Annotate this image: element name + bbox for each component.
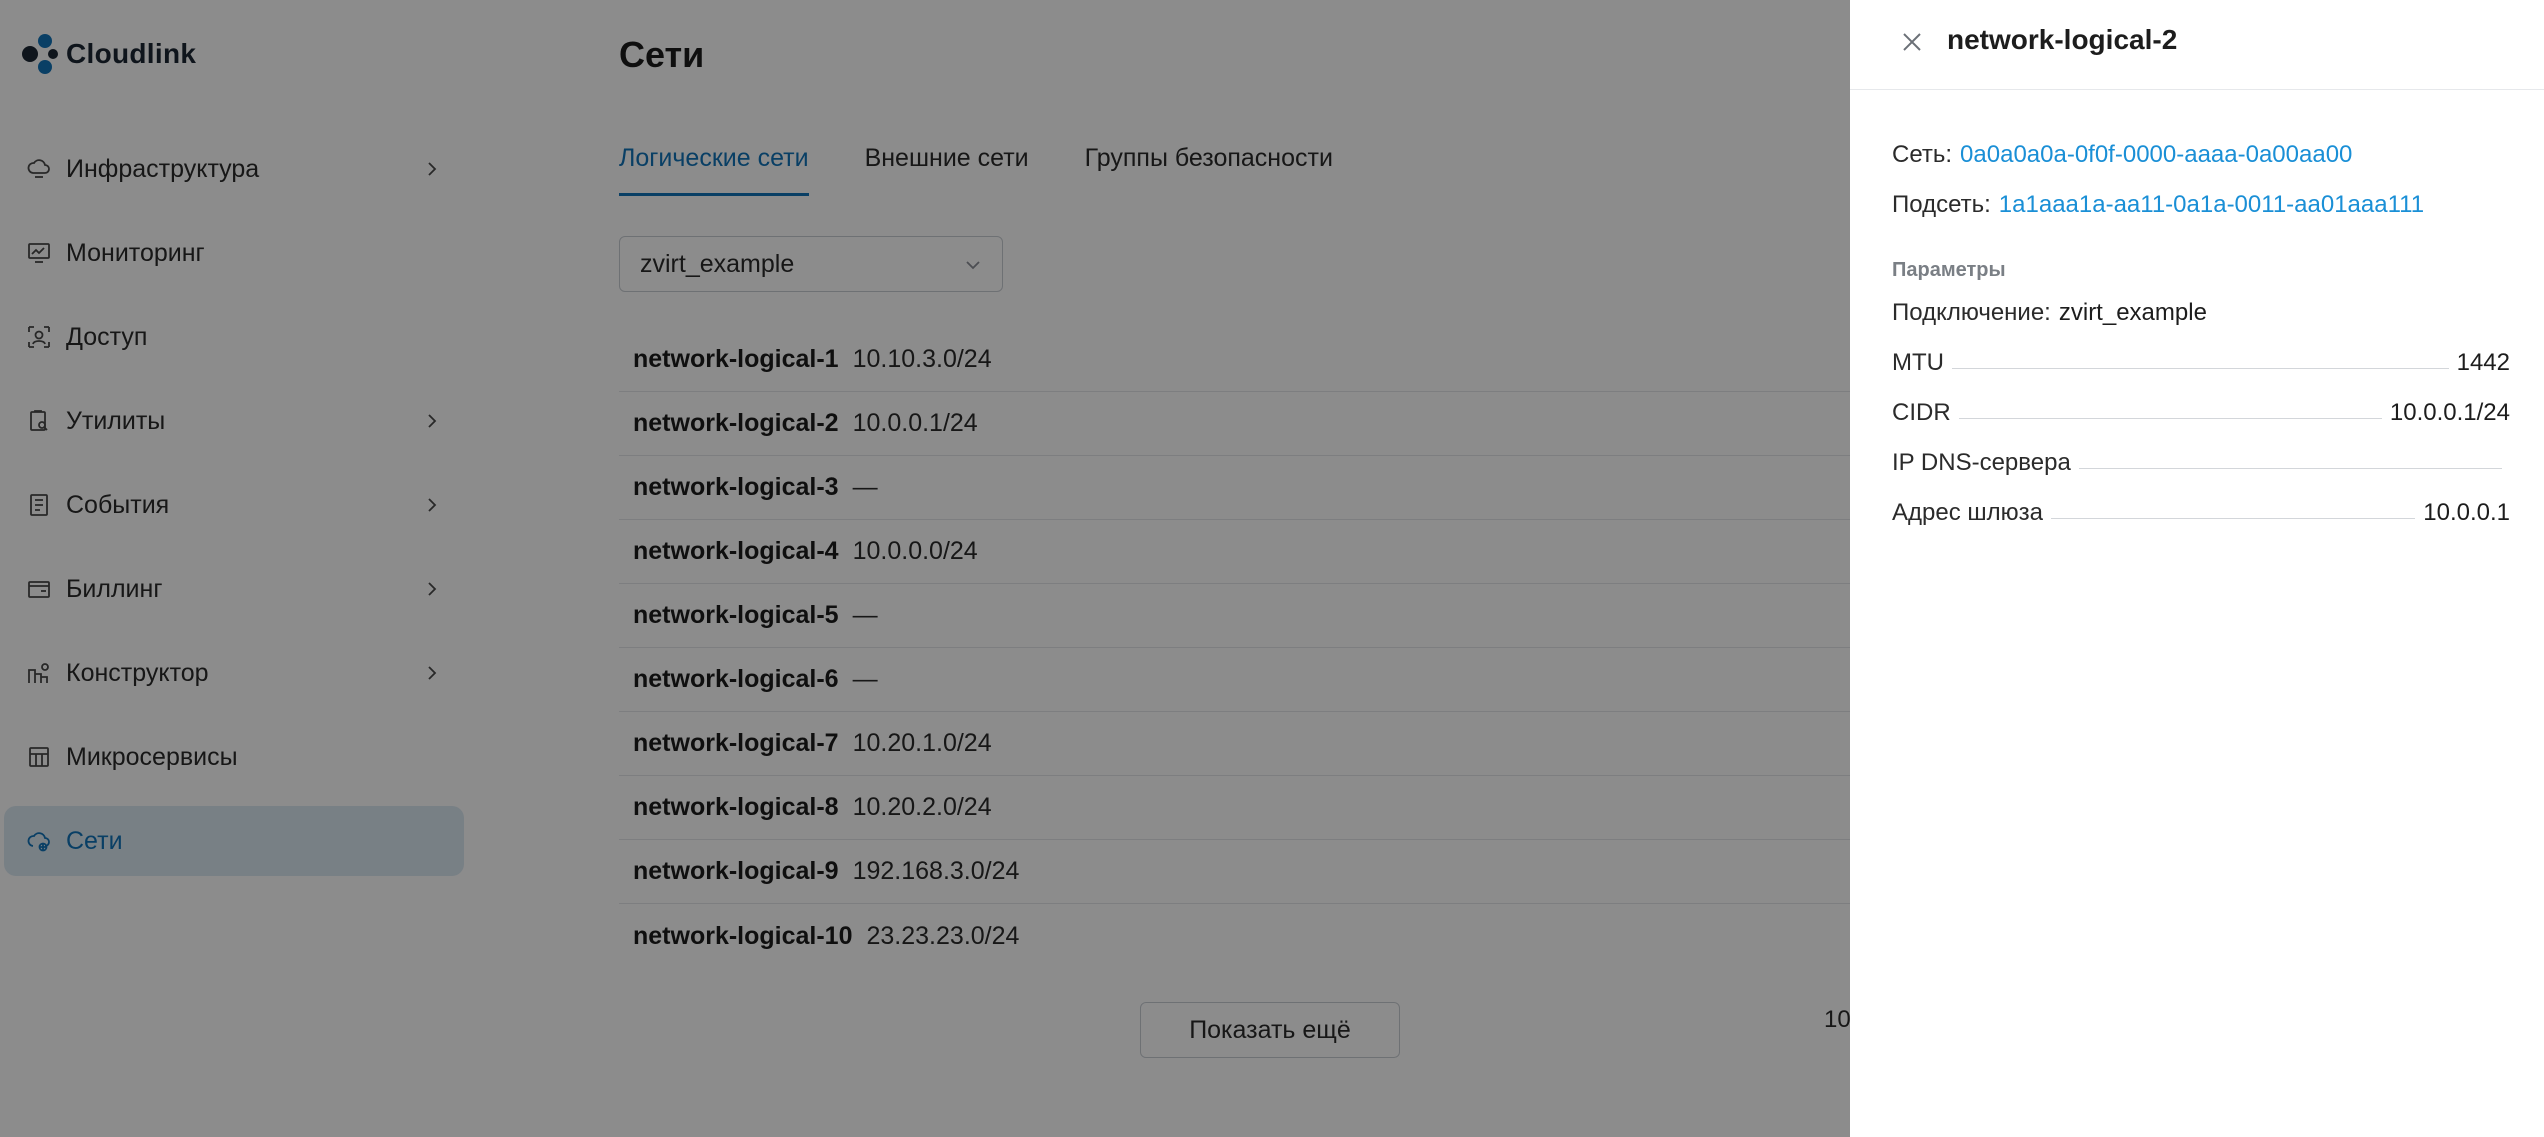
network-id-line: Сеть: 0a0a0a0a-0f0f-0000-aaaa-0a00aa00 (1892, 130, 2510, 180)
param-row-mtu: MTU 1442 (1892, 338, 2510, 388)
param-label: CIDR (1892, 399, 1951, 426)
param-value: 10.0.0.1 (2423, 499, 2510, 526)
param-row-cidr: CIDR 10.0.0.1/24 (1892, 388, 2510, 438)
close-button[interactable] (1896, 26, 1928, 58)
param-leader-line (2050, 517, 2416, 519)
param-leader-line (1951, 367, 2449, 369)
network-details-drawer: network-logical-2 Сеть: 0a0a0a0a-0f0f-00… (1850, 0, 2544, 1137)
subnet-id-line: Подсеть: 1a1aaa1a-aa11-0a1a-0011-aa01aaa… (1892, 180, 2510, 230)
param-value: 10.0.0.1/24 (2389, 399, 2510, 426)
param-label: MTU (1892, 349, 1944, 376)
network-id-link[interactable]: 0a0a0a0a-0f0f-0000-aaaa-0a00aa00 (1960, 141, 2352, 169)
modal-backdrop[interactable] (0, 0, 1850, 1137)
drawer-header: network-logical-2 (1850, 0, 2544, 90)
connection-label: Подключение: (1892, 299, 2051, 326)
drawer-title: network-logical-2 (1947, 24, 2178, 55)
param-leader-line (2078, 467, 2502, 469)
close-icon (1903, 33, 1921, 51)
subnet-id-link[interactable]: 1a1aaa1a-aa11-0a1a-0011-aa01aaa111 (1999, 191, 2424, 219)
param-row-dns: IP DNS-сервера (1892, 438, 2510, 488)
drawer-body: Сеть: 0a0a0a0a-0f0f-0000-aaaa-0a00aa00 П… (1892, 130, 2510, 538)
param-label: Адрес шлюза (1892, 499, 2043, 526)
connection-value: zvirt_example (2058, 299, 2207, 326)
param-value: 1442 (2456, 349, 2510, 376)
params-section-title: Параметры (1892, 258, 2006, 281)
network-id-label: Сеть: (1892, 141, 1953, 168)
param-row-gateway: Адрес шлюза 10.0.0.1 (1892, 488, 2510, 538)
param-leader-line (1958, 417, 2382, 419)
connection-line: Подключение: zvirt_example (1892, 288, 2510, 338)
subnet-id-label: Подсеть: (1892, 191, 1991, 218)
param-label: IP DNS-сервера (1892, 449, 2071, 476)
